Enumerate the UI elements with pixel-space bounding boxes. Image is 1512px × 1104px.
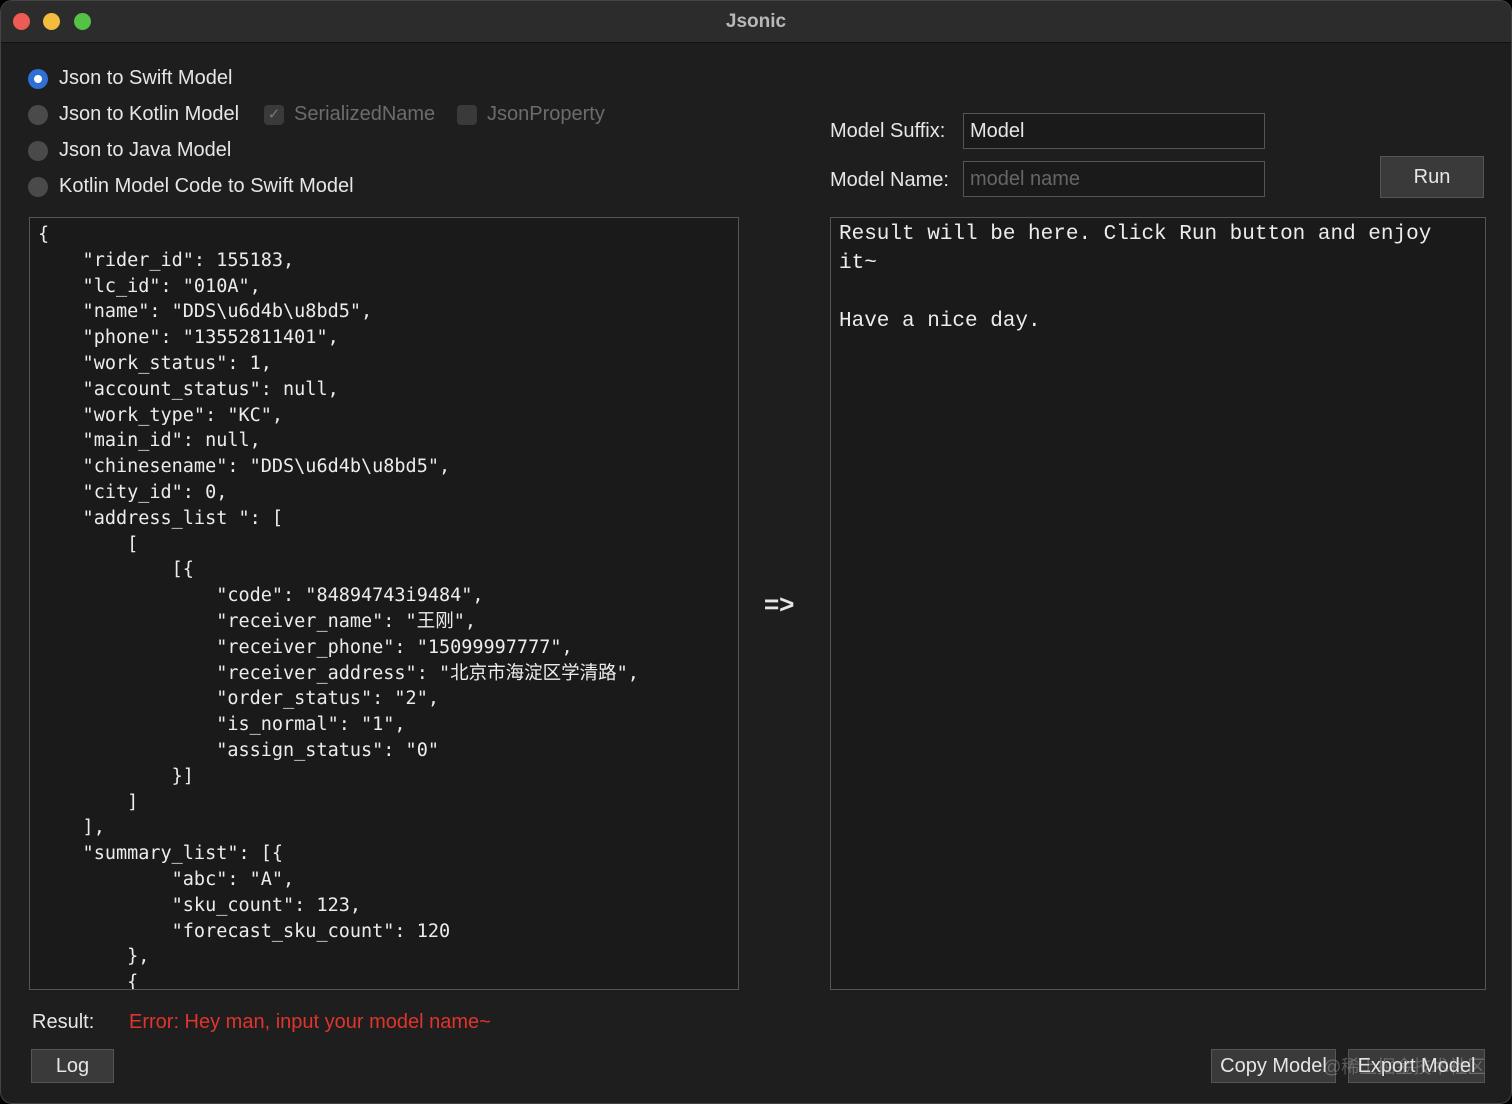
- radio-kotlin-to-swift[interactable]: Kotlin Model Code to Swift Model: [28, 175, 354, 198]
- watermark: @稀土掘金技术社区: [1323, 1057, 1486, 1077]
- run-button[interactable]: Run: [1380, 156, 1484, 198]
- radio-label: Json to Java Model: [59, 139, 232, 161]
- result-message: Error: Hey man, input your model name~: [129, 1011, 491, 1033]
- checkmark-icon: ✓: [264, 104, 284, 125]
- checkbox-empty-icon: [457, 104, 477, 125]
- log-button[interactable]: Log: [31, 1049, 114, 1083]
- result-label: Result:: [32, 1011, 95, 1033]
- model-name-input[interactable]: [963, 161, 1265, 197]
- checkbox-label: JsonProperty: [487, 103, 605, 125]
- radio-selected-icon: [28, 68, 48, 89]
- radio-label: Json to Kotlin Model: [59, 103, 240, 125]
- checkbox-serialized-name[interactable]: ✓ SerializedName: [264, 103, 435, 126]
- arrow-label: =>: [764, 589, 795, 619]
- title-bar: Jsonic: [1, 1, 1511, 43]
- model-suffix-input[interactable]: [963, 113, 1265, 149]
- radio-icon: [28, 140, 48, 161]
- radio-json-to-kotlin[interactable]: Json to Kotlin Model: [28, 103, 239, 126]
- checkbox-json-property[interactable]: JsonProperty: [457, 103, 605, 126]
- copy-model-button[interactable]: Copy Model: [1211, 1049, 1336, 1083]
- radio-label: Json to Swift Model: [59, 67, 233, 89]
- radio-icon: [28, 104, 48, 125]
- radio-icon: [28, 176, 48, 197]
- window-title: Jsonic: [725, 11, 787, 32]
- radio-json-to-swift[interactable]: Json to Swift Model: [28, 67, 232, 90]
- model-suffix-label: Model Suffix:: [830, 120, 946, 142]
- model-name-label: Model Name:: [830, 169, 949, 191]
- model-output-area[interactable]: Result will be here. Click Run button an…: [830, 217, 1486, 990]
- radio-json-to-java[interactable]: Json to Java Model: [28, 139, 231, 162]
- json-input-editor[interactable]: { "rider_id": 155183, "lc_id": "010A", "…: [29, 217, 739, 990]
- checkbox-label: SerializedName: [294, 103, 436, 125]
- radio-label: Kotlin Model Code to Swift Model: [59, 175, 354, 197]
- app-window: Jsonic Json to Swift Model Json to Kotli…: [0, 0, 1512, 1104]
